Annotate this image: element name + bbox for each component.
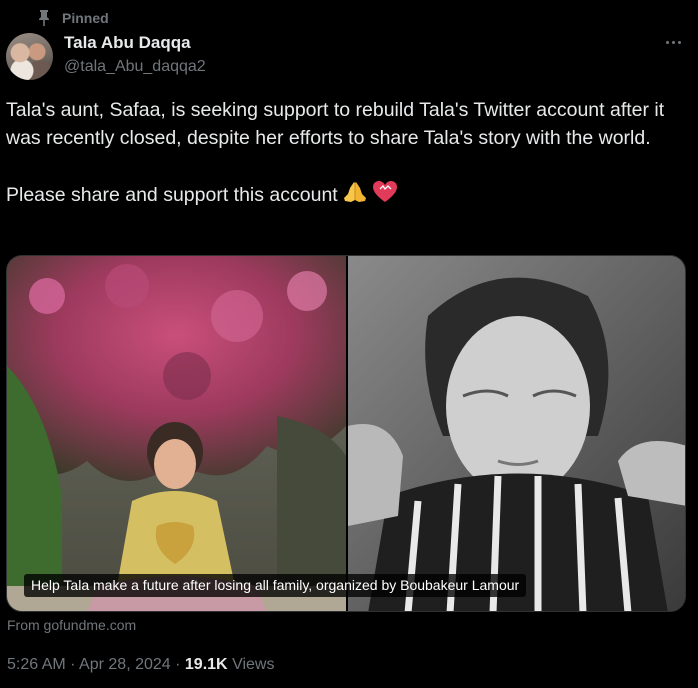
media-caption: Help Tala make a future after losing all… — [24, 574, 527, 597]
views-count: 19.1K — [184, 656, 228, 673]
tweet-time[interactable]: 5:26 AM — [7, 656, 66, 673]
pin-icon — [36, 9, 52, 27]
tweet-paragraph-1: Tala's aunt, Safaa, is seeking support t… — [6, 99, 670, 149]
tweet-text: Tala's aunt, Safaa, is seeking support t… — [6, 96, 692, 212]
folded-hands-emoji — [342, 180, 368, 212]
link-source[interactable]: From gofundme.com — [7, 617, 136, 633]
photo-girl-black-and-white[interactable] — [348, 256, 685, 611]
display-name[interactable]: Tala Abu Daqqa — [64, 33, 206, 53]
author-info: Tala Abu Daqqa @tala_Abu_daqqa2 — [64, 33, 206, 78]
media-card[interactable]: Help Tala make a future after losing all… — [6, 255, 686, 612]
heart-emoji — [372, 180, 398, 212]
avatar[interactable] — [6, 33, 53, 80]
tweet-paragraph-2: Please share and support this account — [6, 184, 338, 206]
meta-separator: · — [70, 656, 76, 673]
more-options-icon[interactable] — [662, 34, 684, 50]
pinned-indicator: Pinned — [36, 8, 109, 28]
pinned-label: Pinned — [62, 10, 109, 26]
tweet-date[interactable]: Apr 28, 2024 — [79, 656, 171, 673]
meta-separator: · — [175, 656, 181, 673]
handle[interactable]: @tala_Abu_daqqa2 — [64, 56, 206, 78]
views-label: Views — [232, 656, 275, 673]
photo-girl-under-flowers[interactable] — [7, 256, 346, 611]
tweet-meta: 5:26 AM · Apr 28, 2024 · 19.1K Views — [7, 656, 274, 674]
